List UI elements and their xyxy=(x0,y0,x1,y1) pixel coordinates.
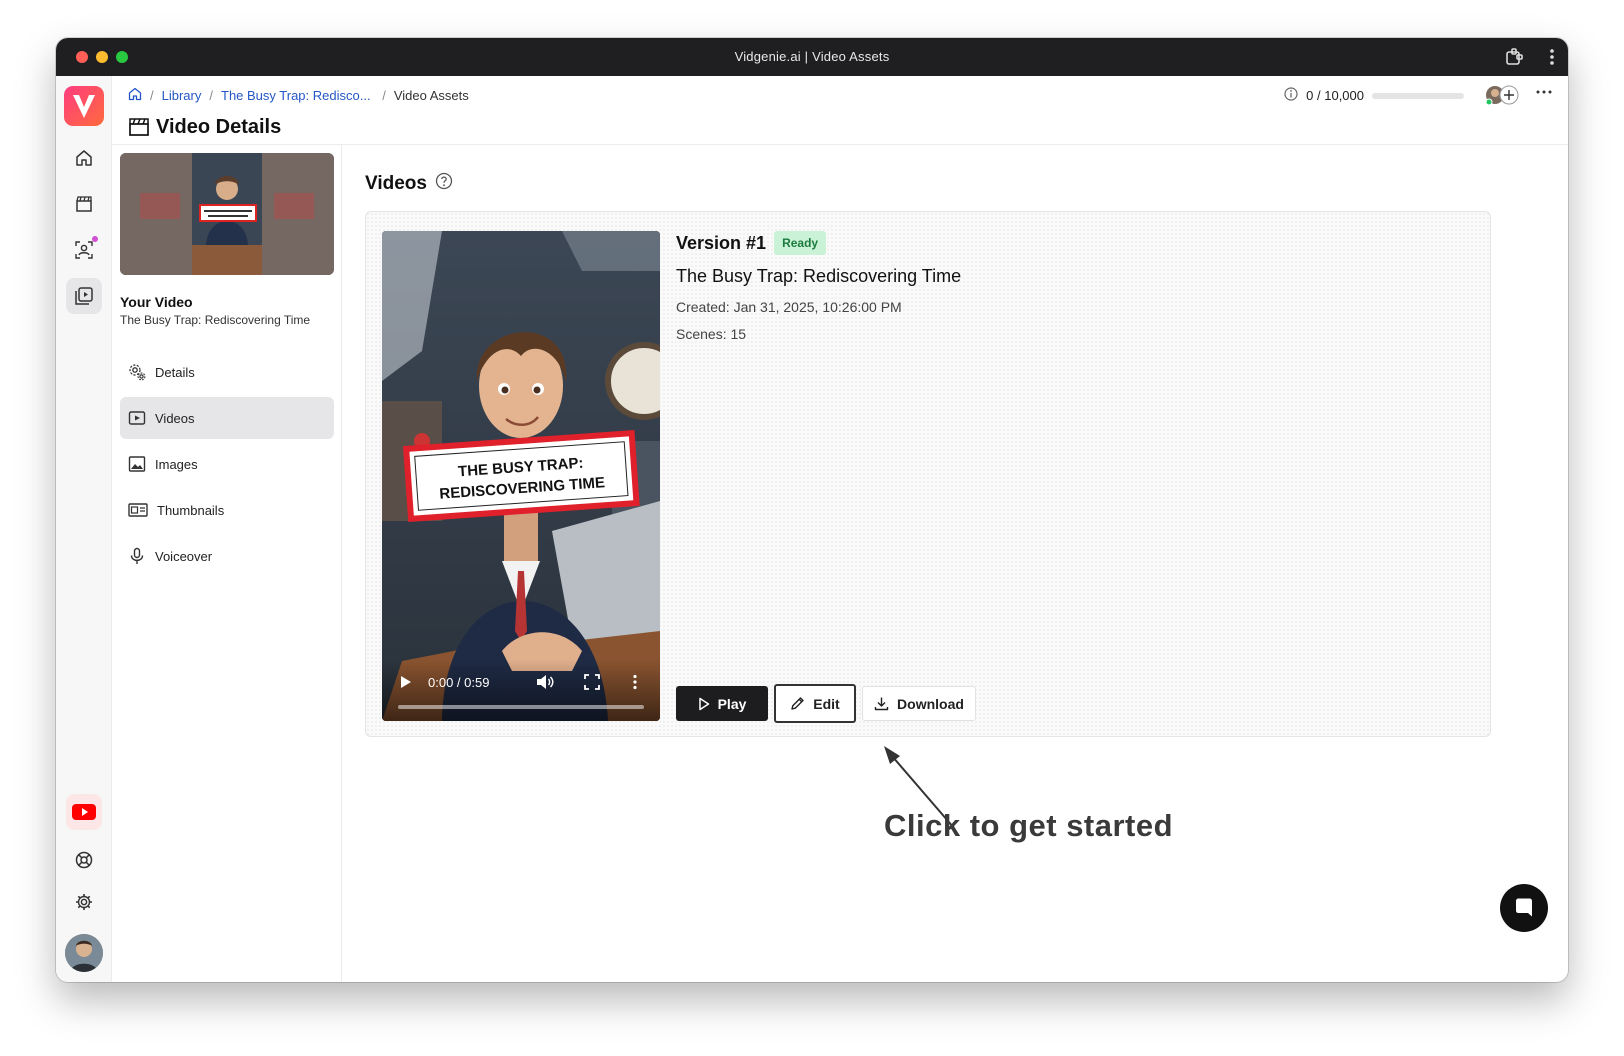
play-button-label: Play xyxy=(717,695,747,712)
version-label: Version #1 xyxy=(676,232,767,253)
page-title: Video Details xyxy=(156,116,282,138)
thumbnails-icon xyxy=(128,503,148,517)
breadcrumb-separator: / xyxy=(150,88,154,103)
breadcrumb: / Library / The Busy Trap: Redisco... / … xyxy=(128,87,469,104)
title-bar: Vidgenie.ai | Video Assets xyxy=(56,38,1568,76)
section-title-text: Videos xyxy=(365,173,427,194)
scene-count: Scenes: 15 xyxy=(676,326,747,342)
player-play-icon[interactable] xyxy=(400,675,412,692)
rail-library-button[interactable] xyxy=(66,186,102,222)
rail-home-button[interactable] xyxy=(66,140,102,176)
videos-section-title: Videos xyxy=(365,172,453,196)
credits-progress-bar xyxy=(1372,92,1464,99)
rail-help-button[interactable] xyxy=(66,842,102,878)
play-icon xyxy=(698,697,709,710)
sidebar-item-videos[interactable]: Videos xyxy=(120,397,334,439)
breadcrumb-video-link[interactable]: The Busy Trap: Redisco... xyxy=(221,88,371,103)
edit-button[interactable]: Edit xyxy=(774,684,856,723)
microphone-icon xyxy=(130,547,144,564)
page-header: Video Details xyxy=(112,114,1568,145)
edit-button-label: Edit xyxy=(813,695,840,712)
video-player[interactable]: THE BUSY TRAP: REDISCOVERING TIME 0:00 /… xyxy=(382,231,660,721)
help-circle-icon[interactable] xyxy=(435,172,453,196)
pencil-icon xyxy=(791,697,804,710)
sidebar-item-label: Thumbnails xyxy=(157,502,225,518)
more-options-icon[interactable] xyxy=(1534,82,1554,107)
app-window: Vidgenie.ai | Video Assets / Library / T… xyxy=(56,38,1568,982)
user-avatar[interactable] xyxy=(65,934,103,972)
video-thumbnail[interactable] xyxy=(120,153,334,275)
annotation-hint: Click to get started xyxy=(884,808,1174,843)
window-menu-icon[interactable] xyxy=(1548,47,1556,70)
video-version-card: THE BUSY TRAP: REDISCOVERING TIME 0:00 /… xyxy=(365,211,1491,737)
info-icon[interactable] xyxy=(1284,87,1298,104)
fullscreen-icon[interactable] xyxy=(584,674,600,693)
face-scan-icon xyxy=(75,241,93,259)
sidebar-item-images[interactable]: Images xyxy=(120,443,334,485)
player-more-icon[interactable] xyxy=(632,674,638,693)
version-video-title: The Busy Trap: Rediscovering Time xyxy=(676,266,962,286)
player-controls: 0:00 / 0:59 xyxy=(382,659,660,721)
top-bar: / Library / The Busy Trap: Redisco... / … xyxy=(112,76,1568,114)
play-square-icon xyxy=(128,411,146,425)
clapperboard-icon xyxy=(76,196,92,212)
window-title: Vidgenie.ai | Video Assets xyxy=(734,49,890,64)
main-content: Videos THE BUSY TRAP: REDISCOVERING TIME… xyxy=(343,145,1568,982)
rail-video-assets-button[interactable] xyxy=(66,278,102,314)
video-frame: THE BUSY TRAP: REDISCOVERING TIME xyxy=(382,231,660,721)
collaborators[interactable] xyxy=(1484,84,1520,106)
rail-youtube-button[interactable] xyxy=(66,794,102,830)
version-heading: Version #1 Ready xyxy=(676,231,827,255)
credits-label: 0 / 10,000 xyxy=(1306,88,1364,103)
sidebar-item-details[interactable]: Details xyxy=(120,351,334,393)
your-video-label: Your Video xyxy=(120,294,193,310)
rail-settings-button[interactable] xyxy=(66,884,102,920)
video-name: The Busy Trap: Rediscovering Time xyxy=(120,313,311,327)
sidebar-item-thumbnails[interactable]: Thumbnails xyxy=(120,489,334,531)
breadcrumb-separator: / xyxy=(209,88,213,103)
download-button-label: Download xyxy=(897,695,964,712)
settings-gear-icon xyxy=(76,894,92,910)
sidebar-item-label: Details xyxy=(155,364,195,380)
sidebar-item-label: Images xyxy=(155,456,198,472)
status-badge: Ready xyxy=(774,231,827,255)
download-icon xyxy=(874,697,889,711)
notification-dot xyxy=(92,236,98,242)
sidebar-item-label: Videos xyxy=(155,410,195,426)
breadcrumb-library-link[interactable]: Library xyxy=(162,88,202,103)
youtube-icon xyxy=(72,804,96,820)
gear-icon xyxy=(129,364,146,381)
sidebar-item-voiceover[interactable]: Voiceover xyxy=(120,535,334,577)
player-progress-bar[interactable] xyxy=(398,705,644,709)
icon-rail xyxy=(56,76,112,982)
sidebar-nav: Details Videos Images Thumbnails Voiceov… xyxy=(120,351,334,581)
image-icon xyxy=(128,456,146,472)
app-logo[interactable] xyxy=(64,86,104,126)
download-button[interactable]: Download xyxy=(862,686,976,721)
home-breadcrumb-icon[interactable] xyxy=(128,87,142,104)
play-button[interactable]: Play xyxy=(676,686,768,721)
player-time: 0:00 / 0:59 xyxy=(428,675,490,690)
extensions-icon[interactable] xyxy=(1504,47,1524,70)
video-stack-icon xyxy=(75,287,93,305)
chat-support-button[interactable] xyxy=(1500,884,1548,932)
sidebar-item-label: Voiceover xyxy=(155,548,213,564)
credits-meter: 0 / 10,000 xyxy=(1284,87,1464,104)
home-icon xyxy=(76,150,92,166)
breadcrumb-separator: / xyxy=(378,88,386,103)
volume-icon[interactable] xyxy=(536,674,554,693)
clapperboard-title-icon xyxy=(128,117,150,142)
created-date: Created: Jan 31, 2025, 10:26:00 PM xyxy=(676,299,902,315)
lifebuoy-icon xyxy=(75,851,93,869)
rail-avatar-button[interactable] xyxy=(66,232,102,268)
chat-bubble-icon xyxy=(1516,898,1532,917)
video-sidebar: Your Video The Busy Trap: Rediscovering … xyxy=(112,145,342,982)
breadcrumb-current: Video Assets xyxy=(393,88,469,103)
